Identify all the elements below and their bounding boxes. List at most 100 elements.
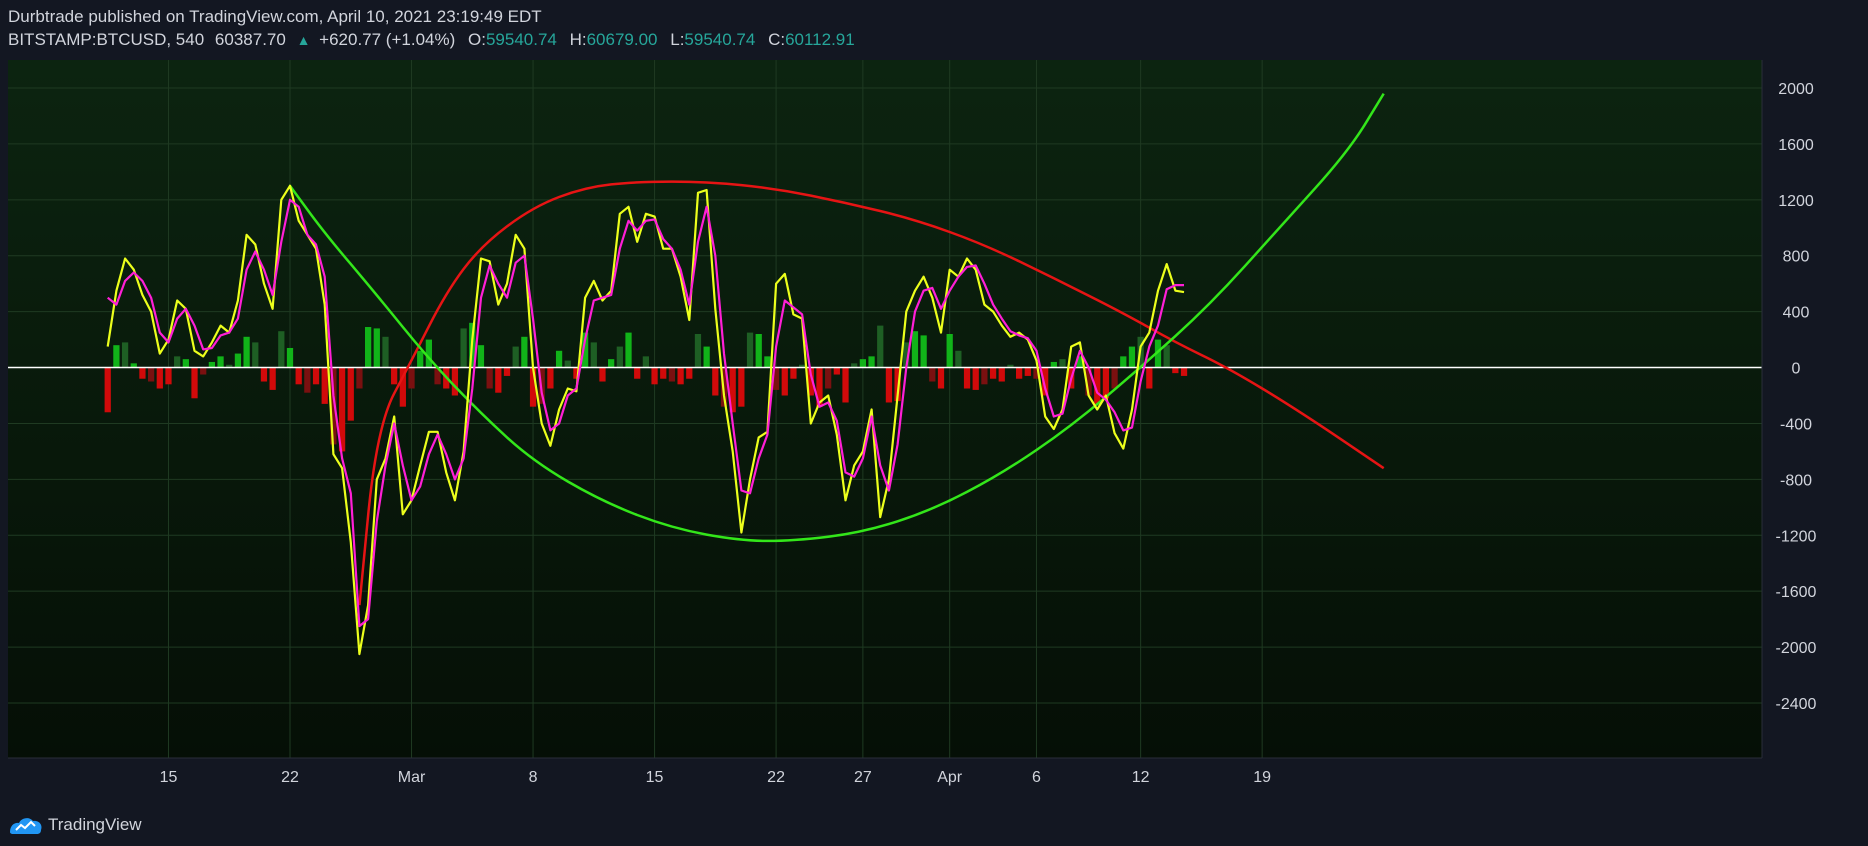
x-tick-label: 6 — [1032, 769, 1041, 786]
histogram-bar — [668, 367, 676, 382]
histogram-bar — [989, 367, 997, 379]
y-tick-label: -2400 — [1776, 696, 1817, 713]
y-tick-label: 2000 — [1778, 81, 1814, 98]
histogram-bar — [312, 367, 320, 385]
histogram-bar — [859, 359, 867, 368]
histogram-bar — [521, 336, 528, 368]
chart-area[interactable]: 2000 1600 1200 800 400 0 -400 -800 -1200 -1600 -20… — [0, 60, 1868, 800]
histogram-bar — [147, 367, 155, 382]
histogram-bar — [642, 356, 650, 368]
histogram-bar — [590, 342, 597, 368]
x-tick-label: 27 — [854, 769, 872, 786]
histogram-bar — [564, 360, 571, 368]
price-change: +620.77 (+1.04%) — [319, 30, 456, 49]
histogram-bar — [1111, 367, 1118, 389]
histogram-bar — [929, 367, 936, 382]
histogram-bar — [660, 367, 667, 379]
x-tick-label: 19 — [1253, 769, 1271, 786]
y-tick-label: -1200 — [1776, 528, 1817, 545]
x-tick-label: 22 — [281, 769, 299, 786]
histogram-bar — [825, 367, 832, 389]
open-value: 59540.74 — [485, 30, 557, 49]
histogram-bar — [503, 367, 511, 376]
open-label: O: — [468, 30, 486, 49]
x-tick-label: 8 — [529, 769, 538, 786]
x-tick-label: 12 — [1132, 769, 1150, 786]
histogram-bar — [200, 367, 207, 375]
up-arrow-icon: ▲ — [296, 32, 311, 48]
histogram-bar — [955, 350, 962, 368]
histogram-bar — [304, 367, 311, 393]
histogram-bar — [651, 367, 658, 385]
histogram-bar — [113, 345, 120, 368]
histogram-bar — [911, 331, 919, 368]
close-value: 60112.91 — [785, 30, 855, 49]
histogram-bar — [703, 346, 710, 368]
close-label: C: — [768, 30, 786, 49]
histogram-bar — [477, 345, 485, 368]
histogram-bar — [512, 346, 519, 368]
x-tick-label: 22 — [767, 769, 785, 786]
histogram-bar — [451, 367, 459, 396]
histogram-bar — [946, 334, 953, 368]
y-tick-label: 0 — [1792, 361, 1801, 378]
histogram-bar — [547, 367, 554, 389]
symbol-name[interactable]: BITSTAMP:BTCUSD, 540 — [8, 30, 204, 49]
histogram-bar — [408, 367, 415, 389]
y-tick-label: -1600 — [1776, 584, 1817, 601]
histogram-bar — [686, 367, 693, 379]
histogram-bar — [356, 367, 363, 389]
histogram-bar — [347, 367, 354, 421]
high-value: 60679.00 — [586, 30, 658, 49]
x-tick-label: Mar — [398, 769, 426, 786]
histogram-bar — [391, 367, 398, 385]
histogram-bar — [1146, 367, 1153, 389]
histogram-bar — [260, 367, 268, 382]
y-tick-label: 1600 — [1778, 137, 1814, 154]
histogram-bar — [616, 346, 623, 368]
plot-background — [8, 60, 1762, 758]
y-tick-label: 800 — [1783, 249, 1810, 266]
histogram-bar — [217, 356, 224, 368]
histogram-bar — [1128, 346, 1136, 368]
histogram-bar — [182, 359, 189, 368]
histogram-bar — [868, 356, 875, 368]
histogram-bar — [677, 367, 684, 385]
chart-header: Durbtrade published on TradingView.com, … — [8, 6, 863, 51]
histogram-bar — [981, 367, 988, 385]
histogram-bar — [417, 350, 424, 368]
histogram-bar — [920, 335, 927, 368]
low-label: L: — [670, 30, 685, 49]
y-tick-label: -2000 — [1776, 640, 1817, 657]
histogram-bar — [1024, 367, 1031, 376]
histogram-bar — [139, 367, 146, 379]
histogram-bar — [842, 367, 849, 403]
histogram-bar — [833, 367, 840, 375]
histogram-bar — [321, 367, 328, 404]
histogram-bar — [1172, 367, 1179, 374]
histogram-bar — [1050, 361, 1057, 368]
histogram-bar — [972, 367, 979, 390]
histogram-bar — [790, 367, 797, 379]
histogram-bar — [121, 342, 129, 368]
x-tick-label: Apr — [937, 769, 963, 786]
oscillator-chart[interactable]: 2000 1600 1200 800 400 0 -400 -800 -1200 -1600 -20… — [0, 60, 1868, 800]
histogram-bar — [174, 356, 181, 368]
histogram-bar — [885, 367, 893, 403]
histogram-bar — [1180, 367, 1188, 376]
tradingview-brand[interactable]: TradingView — [48, 815, 142, 835]
histogram-bar — [191, 367, 198, 399]
histogram-bar — [1163, 345, 1170, 368]
histogram-bar — [208, 361, 216, 368]
histogram-bar — [269, 367, 276, 390]
histogram-bar — [382, 336, 389, 368]
histogram-bar — [373, 328, 380, 368]
histogram-bar — [234, 353, 242, 368]
histogram-bar — [764, 356, 771, 368]
histogram-bar — [712, 367, 719, 396]
histogram-bar — [625, 332, 632, 368]
histogram-bar — [877, 325, 884, 368]
symbol-line: BITSTAMP:BTCUSD, 540 60387.70 ▲ +620.77 … — [8, 29, 863, 51]
histogram-bar — [165, 367, 172, 385]
histogram-bar — [998, 367, 1005, 382]
